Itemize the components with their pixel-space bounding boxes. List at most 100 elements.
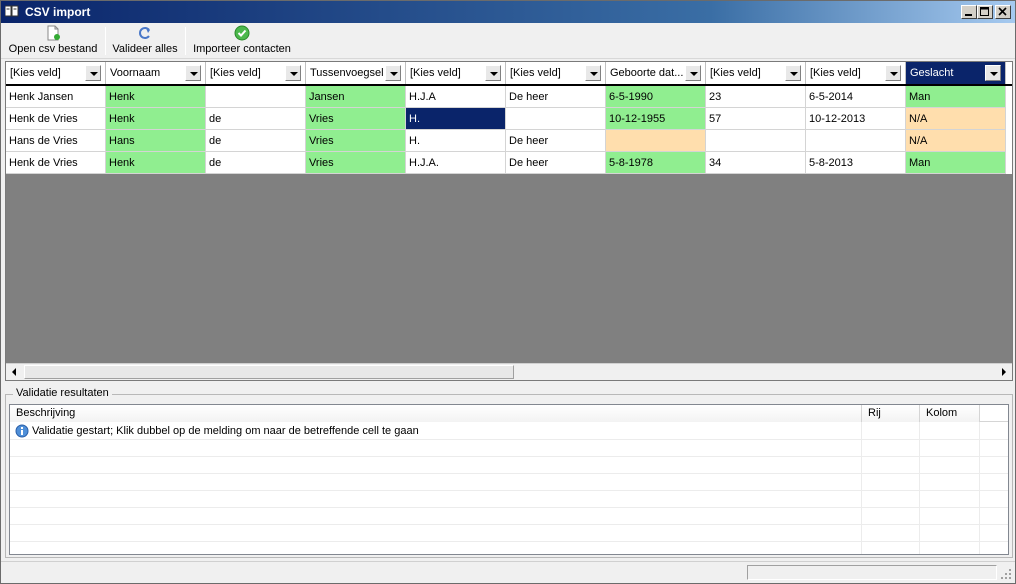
table-cell[interactable]: de bbox=[206, 108, 306, 130]
table-cell[interactable]: 5-8-1978 bbox=[606, 152, 706, 174]
column-header[interactable]: Geboorte dat... bbox=[606, 62, 706, 84]
list-header: Beschrijving Rij Kolom bbox=[10, 405, 1008, 422]
minimize-button[interactable] bbox=[961, 5, 977, 19]
table-cell[interactable]: Man bbox=[906, 86, 1006, 108]
table-cell[interactable]: 10-12-1955 bbox=[606, 108, 706, 130]
dropdown-arrow-icon[interactable] bbox=[485, 65, 501, 81]
table-cell[interactable]: De heer bbox=[506, 86, 606, 108]
info-icon bbox=[15, 424, 29, 438]
scroll-right-button[interactable] bbox=[995, 364, 1012, 380]
import-contacts-label: Importeer contacten bbox=[193, 43, 291, 55]
table-cell[interactable]: Hans de Vries bbox=[6, 130, 106, 152]
table-cell[interactable] bbox=[706, 130, 806, 152]
scrollbar-thumb[interactable] bbox=[24, 365, 514, 379]
column-header-label: [Kies veld] bbox=[710, 67, 761, 79]
column-header[interactable]: Voornaam bbox=[106, 62, 206, 84]
column-header-label: [Kies veld] bbox=[10, 67, 61, 79]
table-cell[interactable]: 34 bbox=[706, 152, 806, 174]
table-cell[interactable]: Henk bbox=[106, 86, 206, 108]
column-header[interactable]: [Kies veld] bbox=[406, 62, 506, 84]
import-contacts-button[interactable]: Importeer contacten bbox=[191, 25, 293, 57]
table-cell[interactable] bbox=[506, 108, 606, 130]
column-header-label: [Kies veld] bbox=[810, 67, 861, 79]
table-cell[interactable]: 57 bbox=[706, 108, 806, 130]
table-cell[interactable]: H.J.A. bbox=[406, 152, 506, 174]
close-button[interactable] bbox=[995, 5, 1011, 19]
column-column-header[interactable]: Kolom bbox=[920, 405, 980, 422]
column-header-label: Voornaam bbox=[110, 67, 161, 79]
dropdown-arrow-icon[interactable] bbox=[385, 65, 401, 81]
table-cell[interactable]: Hans bbox=[106, 130, 206, 152]
column-header[interactable]: [Kies veld] bbox=[706, 62, 806, 84]
table-cell[interactable] bbox=[206, 86, 306, 108]
table-row: Henk de Vries Henk de Vries H.J.A. De he… bbox=[6, 152, 1012, 174]
table-cell[interactable]: 10-12-2013 bbox=[806, 108, 906, 130]
column-header[interactable]: Tussenvoegsel bbox=[306, 62, 406, 84]
table-cell[interactable] bbox=[606, 130, 706, 152]
table-cell[interactable]: Henk bbox=[106, 108, 206, 130]
description-column-header[interactable]: Beschrijving bbox=[10, 405, 862, 422]
table-cell[interactable]: Henk de Vries bbox=[6, 108, 106, 130]
scroll-left-button[interactable] bbox=[6, 364, 23, 380]
column-header-selected[interactable]: Geslacht bbox=[906, 62, 1006, 84]
list-item bbox=[10, 508, 1008, 525]
toolbar-separator bbox=[105, 27, 106, 55]
title-bar[interactable]: CSV import bbox=[1, 1, 1015, 23]
window-title: CSV import bbox=[25, 5, 91, 19]
list-item bbox=[10, 491, 1008, 508]
dropdown-arrow-icon[interactable] bbox=[885, 65, 901, 81]
validation-results-list[interactable]: Beschrijving Rij Kolom Validatie gestart… bbox=[9, 404, 1009, 555]
csv-import-window: CSV import Open csv bestand Valideer all… bbox=[0, 0, 1016, 584]
table-cell[interactable]: N/A bbox=[906, 108, 1006, 130]
table-cell[interactable]: H. bbox=[406, 130, 506, 152]
maximize-button[interactable] bbox=[977, 5, 993, 19]
validation-group-title: Validatie resultaten bbox=[13, 387, 112, 399]
resize-grip-icon[interactable] bbox=[1000, 568, 1012, 580]
table-cell[interactable]: Henk de Vries bbox=[6, 152, 106, 174]
new-file-icon bbox=[47, 25, 60, 41]
table-cell[interactable]: Vries bbox=[306, 152, 406, 174]
column-header[interactable]: [Kies veld] bbox=[806, 62, 906, 84]
horizontal-scrollbar[interactable] bbox=[6, 363, 1012, 380]
table-cell[interactable]: H.J.A bbox=[406, 86, 506, 108]
dropdown-arrow-icon[interactable] bbox=[785, 65, 801, 81]
table-cell[interactable]: 5-8-2013 bbox=[806, 152, 906, 174]
csv-data-grid[interactable]: [Kies veld] Voornaam [Kies veld] Tussenv… bbox=[5, 61, 1013, 381]
dropdown-arrow-icon[interactable] bbox=[685, 65, 701, 81]
dropdown-arrow-icon[interactable] bbox=[185, 65, 201, 81]
list-item bbox=[10, 457, 1008, 474]
book-icon bbox=[5, 5, 19, 17]
column-header-label: [Kies veld] bbox=[510, 67, 561, 79]
list-item[interactable]: Validatie gestart; Klik dubbel op de mel… bbox=[10, 423, 1008, 440]
column-header[interactable]: [Kies veld] bbox=[506, 62, 606, 84]
dropdown-arrow-icon[interactable] bbox=[85, 65, 101, 81]
open-csv-button[interactable]: Open csv bestand bbox=[7, 25, 99, 57]
validate-all-button[interactable]: Valideer alles bbox=[111, 25, 179, 57]
table-cell[interactable]: Vries bbox=[306, 108, 406, 130]
row-column-header[interactable]: Rij bbox=[862, 405, 920, 422]
column-header-label: Tussenvoegsel bbox=[310, 67, 384, 79]
dropdown-arrow-icon[interactable] bbox=[285, 65, 301, 81]
table-cell[interactable]: de bbox=[206, 130, 306, 152]
table-cell-selected[interactable]: H. bbox=[406, 108, 506, 130]
table-cell[interactable]: Henk bbox=[106, 152, 206, 174]
dropdown-arrow-icon[interactable] bbox=[985, 65, 1001, 81]
table-cell[interactable]: 6-5-1990 bbox=[606, 86, 706, 108]
table-cell[interactable]: De heer bbox=[506, 130, 606, 152]
table-cell[interactable]: N/A bbox=[906, 130, 1006, 152]
table-cell[interactable]: 6-5-2014 bbox=[806, 86, 906, 108]
column-header[interactable]: [Kies veld] bbox=[206, 62, 306, 84]
table-cell[interactable]: Henk Jansen bbox=[6, 86, 106, 108]
dropdown-arrow-icon[interactable] bbox=[585, 65, 601, 81]
table-cell[interactable]: Vries bbox=[306, 130, 406, 152]
table-cell[interactable]: De heer bbox=[506, 152, 606, 174]
table-cell[interactable]: Man bbox=[906, 152, 1006, 174]
table-cell[interactable] bbox=[806, 130, 906, 152]
table-row: Henk de Vries Henk de Vries H. 10-12-195… bbox=[6, 108, 1012, 130]
column-header-label: [Kies veld] bbox=[410, 67, 461, 79]
table-cell[interactable]: 23 bbox=[706, 86, 806, 108]
column-header[interactable]: [Kies veld] bbox=[6, 62, 106, 84]
progress-bar bbox=[747, 565, 997, 580]
table-cell[interactable]: de bbox=[206, 152, 306, 174]
table-cell[interactable]: Jansen bbox=[306, 86, 406, 108]
